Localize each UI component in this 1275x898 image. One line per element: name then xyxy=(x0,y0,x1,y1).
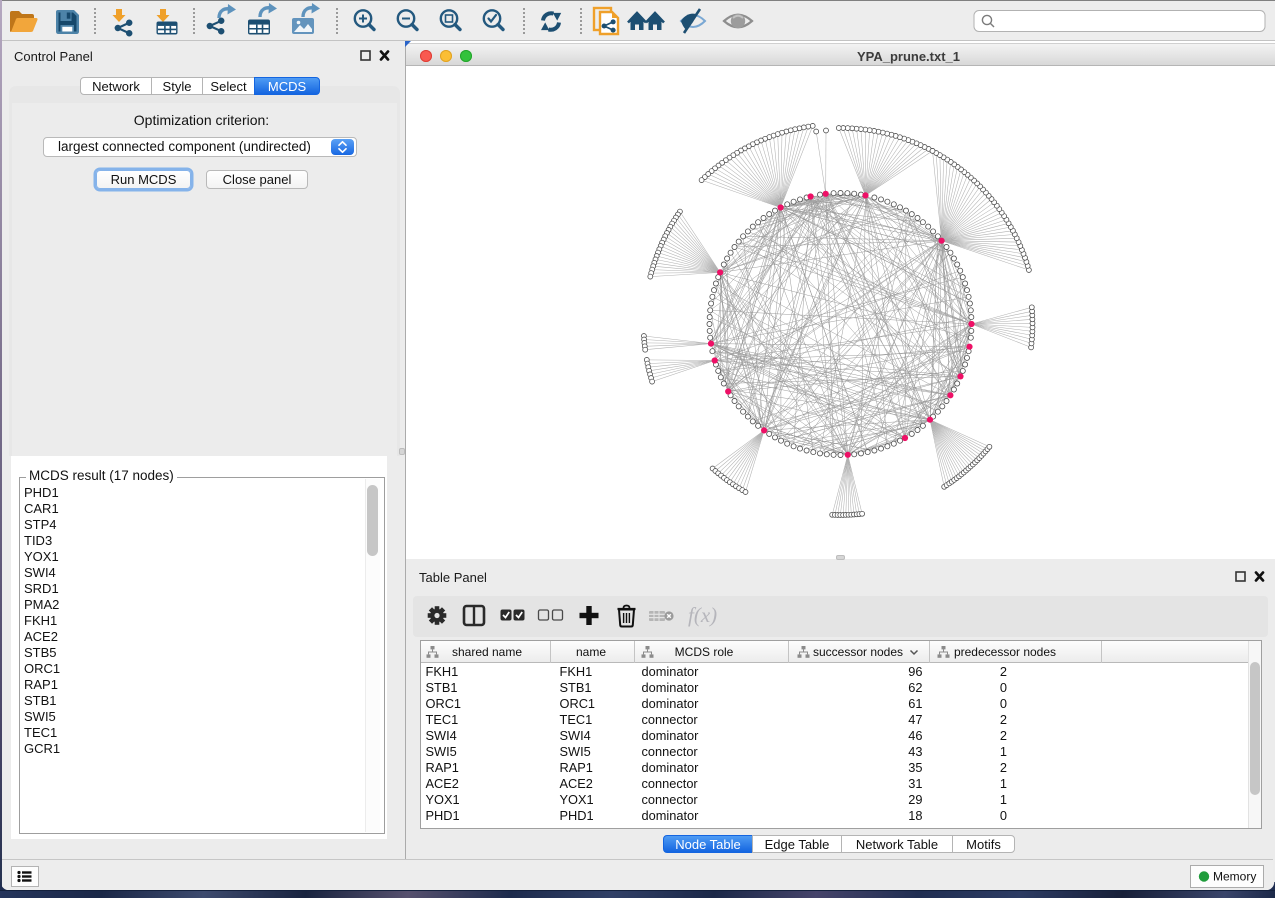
svg-text:f(x): f(x) xyxy=(688,603,717,627)
svg-text:Memory: Memory xyxy=(1213,870,1256,884)
